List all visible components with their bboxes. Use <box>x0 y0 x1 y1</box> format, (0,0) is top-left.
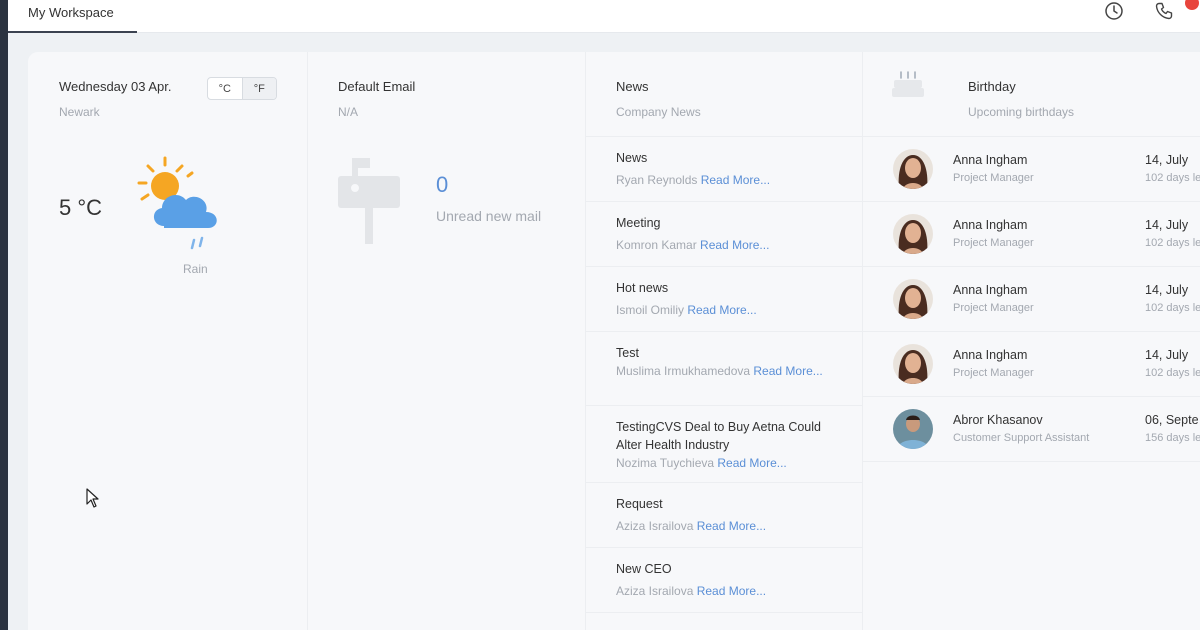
fahrenheit-button[interactable]: °F <box>241 78 276 99</box>
news-item-author: Aziza Israilova <box>616 584 694 598</box>
news-item-author: Muslima Irmukhamedova <box>616 364 751 378</box>
weather-temperature: 5 °C <box>59 195 103 220</box>
birthday-row[interactable]: Anna Ingham Project Manager 14, July 102… <box>863 202 1200 267</box>
phone-icon[interactable] <box>1150 0 1178 22</box>
news-item: News Ryan Reynolds Read More... <box>586 137 863 202</box>
birthday-date: 14, July <box>1145 283 1189 297</box>
days-left: 102 days le <box>1145 237 1200 249</box>
clock-icon[interactable] <box>1100 0 1128 22</box>
unread-count[interactable]: 0 <box>436 172 448 198</box>
avatar <box>893 214 933 254</box>
unread-label: Unread new mail <box>436 208 542 224</box>
person-role: Project Manager <box>953 367 1034 379</box>
news-item-title: News <box>616 151 648 165</box>
read-more-link[interactable]: Read More... <box>697 584 766 598</box>
birthday-row[interactable]: Anna Ingham Project Manager 14, July 102… <box>863 332 1200 397</box>
news-item: Meeting Komron Kamar Read More... <box>586 202 863 267</box>
days-left: 102 days le <box>1145 367 1200 379</box>
avatar <box>893 149 933 189</box>
news-item-title: Meeting <box>616 216 661 230</box>
person-name: Anna Ingham <box>953 218 1028 232</box>
news-item-author: Ryan Reynolds <box>616 173 698 187</box>
email-address: N/A <box>338 105 359 119</box>
news-item-author: Komron Kamar <box>616 238 697 252</box>
person-name: Anna Ingham <box>953 348 1028 362</box>
read-more-link[interactable]: Read More... <box>700 238 769 252</box>
birthday-date: 14, July <box>1145 153 1189 167</box>
weather-widget: Wednesday 03 Apr. Newark °C °F 5 °C Rain <box>28 52 308 630</box>
days-left: 156 days le <box>1145 432 1200 444</box>
email-widget: Default Email N/A 0 Unread new mail <box>308 52 586 630</box>
cake-icon <box>891 70 925 105</box>
person-name: Anna Ingham <box>953 153 1028 167</box>
email-title: Default Email <box>338 79 416 94</box>
top-bar: My Workspace <box>8 0 1200 33</box>
workspace-card: Wednesday 03 Apr. Newark °C °F 5 °C Rain… <box>28 52 1200 630</box>
read-more-link[interactable]: Read More... <box>753 364 822 378</box>
weather-date: Wednesday 03 Apr. <box>59 79 172 94</box>
news-header: News Company News <box>586 52 863 137</box>
birthday-row[interactable]: Anna Ingham Project Manager 14, July 102… <box>863 267 1200 332</box>
read-more-link[interactable]: Read More... <box>697 519 766 533</box>
birthday-header: Birthday Upcoming birthdays <box>863 52 1200 137</box>
temperature-unit-toggle: °C °F <box>207 77 277 100</box>
tab-my-workspace[interactable]: My Workspace <box>8 0 137 33</box>
news-item: Hot news Ismoil Omiliy Read More... <box>586 267 863 332</box>
birthday-title: Birthday <box>968 79 1016 94</box>
news-subtitle: Company News <box>616 105 701 119</box>
birthday-date: 06, Septe <box>1145 413 1199 427</box>
mouse-cursor-icon <box>86 488 100 513</box>
birthday-widget: Birthday Upcoming birthdays Anna Ingham … <box>863 52 1200 630</box>
news-item: TestingCVS Deal to Buy Aetna Could Alter… <box>586 406 863 483</box>
birthday-row[interactable]: Abror Khasanov Customer Support Assistan… <box>863 397 1200 462</box>
days-left: 102 days le <box>1145 172 1200 184</box>
person-role: Customer Support Assistant <box>953 432 1090 444</box>
notification-badge <box>1185 0 1199 10</box>
news-item: New CEO Aziza Israilova Read More... <box>586 548 863 613</box>
birthday-date: 14, July <box>1145 218 1189 232</box>
news-item-title: New CEO <box>616 562 672 576</box>
news-item: Request Aziza Israilova Read More... <box>586 483 863 548</box>
person-role: Project Manager <box>953 237 1034 249</box>
news-item-author: Aziza Israilova <box>616 519 694 533</box>
news-item-title: Hot news <box>616 281 669 295</box>
read-more-link[interactable]: Read More... <box>701 173 770 187</box>
avatar <box>893 344 933 384</box>
news-item-title: TestingCVS Deal to Buy Aetna Could Alter… <box>616 420 821 452</box>
news-item-author: Ismoil Omiliy <box>616 303 684 317</box>
weather-condition: Rain <box>183 262 208 276</box>
birthday-subtitle: Upcoming birthdays <box>968 105 1075 119</box>
news-widget: News Company News News Ryan Reynolds Rea… <box>586 52 863 630</box>
days-left: 102 days le <box>1145 302 1200 314</box>
birthday-row[interactable]: Anna Ingham Project Manager 14, July 102… <box>863 137 1200 202</box>
avatar <box>893 279 933 319</box>
news-title: News <box>616 79 649 94</box>
read-more-link[interactable]: Read More... <box>717 456 786 470</box>
weather-city: Newark <box>59 105 100 119</box>
person-role: Project Manager <box>953 172 1034 184</box>
person-role: Project Manager <box>953 302 1034 314</box>
news-item-title: Test <box>616 346 639 360</box>
news-item-title: Request <box>616 497 663 511</box>
avatar <box>893 409 933 449</box>
birthday-date: 14, July <box>1145 348 1189 362</box>
person-name: Abror Khasanov <box>953 413 1043 427</box>
read-more-link[interactable]: Read More... <box>687 303 756 317</box>
news-item-author: Nozima Tuychieva <box>616 456 715 470</box>
celsius-button[interactable]: °C <box>208 78 242 99</box>
sun-cloud-rain-icon <box>134 156 238 261</box>
news-item: Test Muslima Irmukhamedova Read More... <box>586 332 863 406</box>
person-name: Anna Ingham <box>953 283 1028 297</box>
mailbox-icon <box>338 156 404 251</box>
left-sidebar-edge <box>0 0 8 630</box>
